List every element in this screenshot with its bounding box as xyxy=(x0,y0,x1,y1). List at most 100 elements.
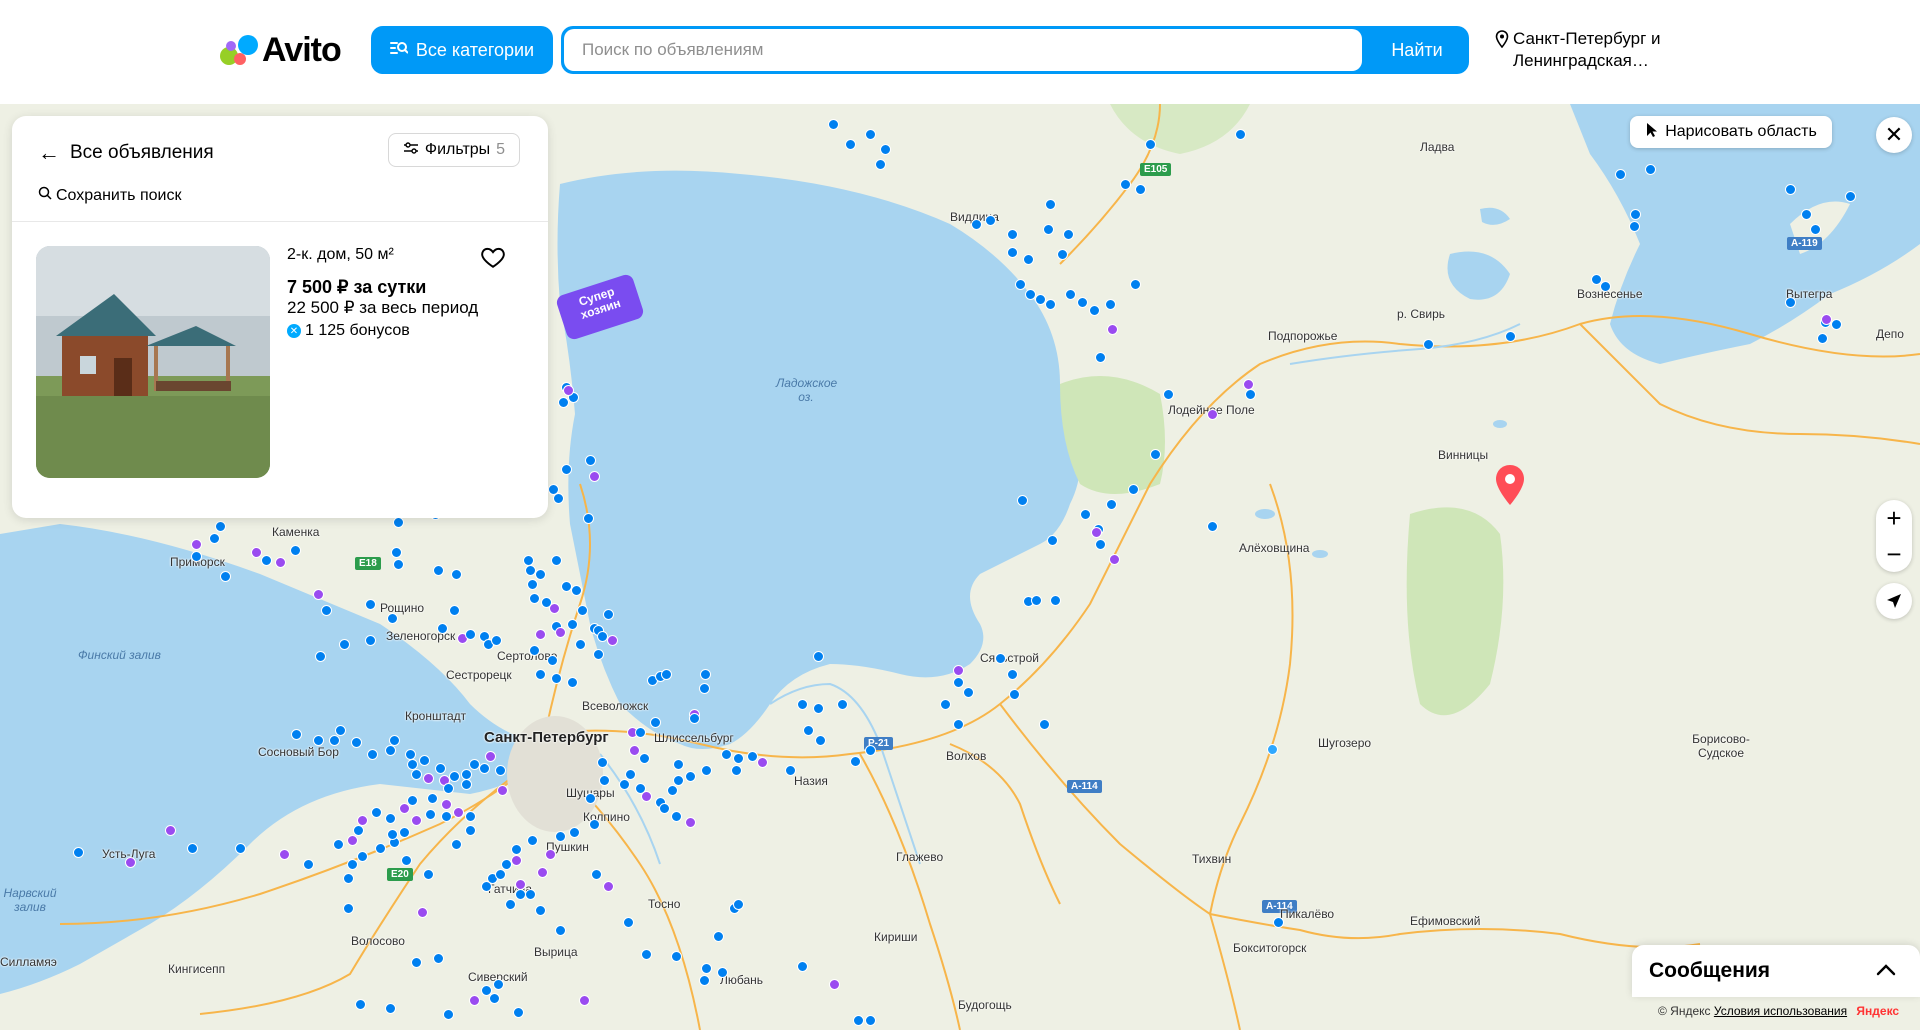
listing-map-dot[interactable] xyxy=(701,963,712,974)
listing-map-dot[interactable] xyxy=(785,765,796,776)
listing-map-dot[interactable] xyxy=(1009,689,1020,700)
listing-map-dot[interactable] xyxy=(555,627,566,638)
listing-map-dot[interactable] xyxy=(551,673,562,684)
listing-map-dot[interactable] xyxy=(865,745,876,756)
listing-map-dot[interactable] xyxy=(1821,314,1832,325)
listing-map-dot[interactable] xyxy=(505,899,516,910)
listing-map-dot[interactable] xyxy=(747,751,758,762)
listing-map-dot[interactable] xyxy=(845,139,856,150)
listing-map-dot[interactable] xyxy=(1080,509,1091,520)
listing-map-dot[interactable] xyxy=(321,605,332,616)
listing-map-dot[interactable] xyxy=(995,653,1006,664)
listing-map-dot[interactable] xyxy=(585,455,596,466)
listing-map-dot[interactable] xyxy=(529,593,540,604)
listing-map-dot[interactable] xyxy=(599,775,610,786)
save-search-link[interactable]: Сохранить поиск xyxy=(38,186,181,205)
listing-map-dot[interactable] xyxy=(1785,297,1796,308)
listing-map-dot[interactable] xyxy=(441,811,452,822)
chevron-up-icon[interactable] xyxy=(1876,959,1896,982)
listing-map-dot[interactable] xyxy=(433,565,444,576)
listing-map-dot[interactable] xyxy=(733,753,744,764)
listing-map-dot[interactable] xyxy=(685,817,696,828)
listing-map-dot[interactable] xyxy=(561,464,572,475)
listing-map-dot[interactable] xyxy=(469,995,480,1006)
listing-map-dot[interactable] xyxy=(435,763,446,774)
listing-map-dot[interactable] xyxy=(721,749,732,760)
listing-map-dot[interactable] xyxy=(815,735,826,746)
listing-map-dot[interactable] xyxy=(1043,224,1054,235)
listing-map-dot[interactable] xyxy=(209,533,220,544)
listing-map-dot[interactable] xyxy=(220,571,231,582)
listing-card[interactable]: 2-к. дом, 50 м² 7 500 ₽ за сутки 22 500 … xyxy=(36,246,536,484)
listing-map-dot[interactable] xyxy=(1163,389,1174,400)
listing-map-dot[interactable] xyxy=(813,703,824,714)
listing-map-dot[interactable] xyxy=(419,755,430,766)
listing-map-dot[interactable] xyxy=(417,907,428,918)
listing-map-dot[interactable] xyxy=(407,795,418,806)
listing-map-dot[interactable] xyxy=(453,807,464,818)
listing-map-dot[interactable] xyxy=(371,807,382,818)
listing-map-dot[interactable] xyxy=(291,729,302,740)
listing-map-dot[interactable] xyxy=(465,825,476,836)
listing-map-dot[interactable] xyxy=(489,993,500,1004)
listing-map-dot[interactable] xyxy=(461,779,472,790)
listing-map-dot[interactable] xyxy=(347,835,358,846)
listing-map-dot[interactable] xyxy=(1128,484,1139,495)
listing-map-dot[interactable] xyxy=(1150,449,1161,460)
listing-map-dot[interactable] xyxy=(623,917,634,928)
listing-map-dot[interactable] xyxy=(1065,289,1076,300)
listing-map-dot[interactable] xyxy=(461,769,472,780)
listing-map-dot[interactable] xyxy=(689,713,700,724)
all-categories-button[interactable]: Все категории xyxy=(371,26,553,74)
search-input[interactable] xyxy=(564,29,1362,71)
listing-map-dot[interactable] xyxy=(1063,229,1074,240)
listing-map-dot[interactable] xyxy=(449,605,460,616)
listing-map-dot[interactable] xyxy=(315,651,326,662)
listing-map-dot[interactable] xyxy=(399,827,410,838)
listing-map-dot[interactable] xyxy=(1107,324,1118,335)
listing-map-dot[interactable] xyxy=(1243,379,1254,390)
listing-map-dot[interactable] xyxy=(1007,229,1018,240)
listing-map-dot[interactable] xyxy=(591,869,602,880)
location-selector[interactable]: Санкт-Петербург и Ленинградская… xyxy=(1495,28,1695,72)
listing-map-dot[interactable] xyxy=(1245,389,1256,400)
listing-map-dot[interactable] xyxy=(385,813,396,824)
listing-map-dot[interactable] xyxy=(535,569,546,580)
listing-map-dot[interactable] xyxy=(1120,179,1131,190)
draw-area-button[interactable]: Нарисовать область xyxy=(1630,116,1832,148)
messages-panel[interactable]: Сообщения xyxy=(1632,945,1920,997)
listing-map-dot[interactable] xyxy=(673,775,684,786)
listing-map-dot[interactable] xyxy=(850,756,861,767)
listing-map-dot[interactable] xyxy=(493,979,504,990)
listing-map-dot[interactable] xyxy=(275,557,286,568)
listing-map-dot[interactable] xyxy=(355,999,366,1010)
listing-map-dot[interactable] xyxy=(547,655,558,666)
listing-map-dot[interactable] xyxy=(589,471,600,482)
listing-map-dot[interactable] xyxy=(1015,279,1026,290)
listing-map-dot[interactable] xyxy=(603,609,614,620)
listing-map-dot[interactable] xyxy=(393,559,404,570)
listing-map-dot[interactable] xyxy=(495,869,506,880)
listing-map-dot[interactable] xyxy=(1031,595,1042,606)
listing-map-dot[interactable] xyxy=(875,159,886,170)
listing-map-dot[interactable] xyxy=(527,579,538,590)
listing-map-dot[interactable] xyxy=(215,521,226,532)
listing-map-dot[interactable] xyxy=(73,847,84,858)
listing-map-dot[interactable] xyxy=(411,957,422,968)
listing-map-dot[interactable] xyxy=(803,725,814,736)
listing-map-dot[interactable] xyxy=(1106,499,1117,510)
listing-map-dot[interactable] xyxy=(1423,339,1434,350)
listing-map-dot[interactable] xyxy=(391,547,402,558)
listing-map-dot[interactable] xyxy=(551,555,562,566)
listing-map-dot[interactable] xyxy=(515,889,526,900)
listing-map-dot[interactable] xyxy=(813,651,824,662)
listing-map-dot[interactable] xyxy=(589,819,600,830)
listing-map-dot[interactable] xyxy=(671,951,682,962)
listing-map-dot[interactable] xyxy=(1831,319,1842,330)
listing-map-dot[interactable] xyxy=(1007,247,1018,258)
listing-map-dot[interactable] xyxy=(717,967,728,978)
listing-map-dot[interactable] xyxy=(411,769,422,780)
listing-map-dot[interactable] xyxy=(347,859,358,870)
listing-map-dot[interactable] xyxy=(433,953,444,964)
listing-map-dot[interactable] xyxy=(985,215,996,226)
